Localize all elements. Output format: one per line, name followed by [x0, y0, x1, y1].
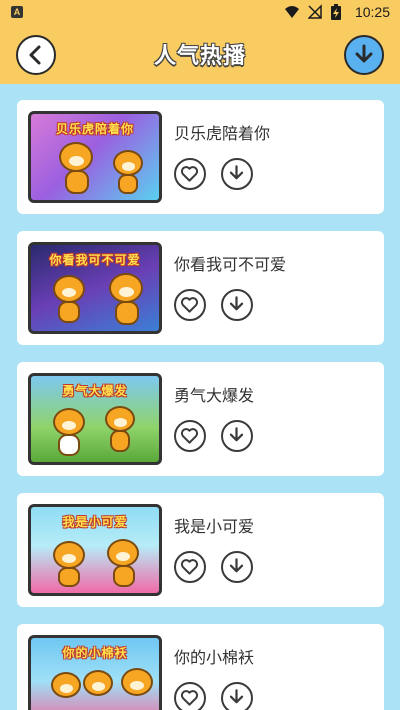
- download-icon: [229, 427, 244, 442]
- thumbnail-caption: 勇气大爆发: [62, 384, 128, 398]
- song-card[interactable]: 你的小棉袄 你的小棉袄: [17, 624, 384, 710]
- song-thumbnail[interactable]: 勇气大爆发: [28, 373, 162, 465]
- download-icon: [229, 165, 244, 180]
- tiger-character-image: [83, 670, 113, 696]
- download-all-button[interactable]: [344, 35, 384, 75]
- tiger-character-image: [53, 408, 85, 436]
- download-icon: [229, 296, 244, 311]
- download-button[interactable]: [221, 289, 253, 321]
- heart-icon: [180, 428, 199, 444]
- tiger-character-image: [121, 668, 153, 696]
- song-title: 贝乐虎陪着你: [174, 124, 271, 143]
- thumbnail-caption: 你看我可不可爱: [49, 253, 141, 267]
- tiger-character-image: [51, 672, 81, 698]
- tiger-character-image: [58, 567, 80, 587]
- tiger-character-image: [113, 150, 143, 176]
- heart-icon: [180, 166, 199, 182]
- tiger-character-image: [113, 565, 135, 587]
- song-card[interactable]: 我是小可爱 我是小可爱: [17, 493, 384, 607]
- like-button[interactable]: [174, 551, 206, 583]
- download-button[interactable]: [221, 551, 253, 583]
- song-title: 我是小可爱: [174, 517, 255, 536]
- signal-off-icon: [308, 4, 322, 19]
- tiger-character-image: [107, 539, 139, 567]
- tiger-character-image: [58, 434, 80, 456]
- header-bar: 人气热播: [0, 24, 400, 84]
- tiger-character-image: [118, 174, 138, 194]
- tiger-character-image: [53, 541, 85, 569]
- heart-icon: [180, 690, 199, 706]
- song-card[interactable]: 贝乐虎陪着你 贝乐虎陪着你: [17, 100, 384, 214]
- song-title: 你看我可不可爱: [174, 255, 287, 274]
- download-button[interactable]: [221, 420, 253, 452]
- song-card[interactable]: 勇气大爆发 勇气大爆发: [17, 362, 384, 476]
- thumbnail-caption: 贝乐虎陪着你: [55, 122, 134, 136]
- tiger-character-image: [115, 301, 139, 325]
- download-icon: [229, 689, 244, 704]
- heart-icon: [180, 297, 199, 313]
- like-button[interactable]: [174, 682, 206, 710]
- song-thumbnail[interactable]: 你看我可不可爱: [28, 242, 162, 334]
- tiger-character-image: [109, 273, 143, 303]
- song-thumbnail[interactable]: 我是小可爱: [28, 504, 162, 596]
- battery-charging-icon: [331, 4, 341, 20]
- download-button[interactable]: [221, 682, 253, 710]
- song-title: 勇气大爆发: [174, 386, 255, 405]
- heart-icon: [180, 559, 199, 575]
- wifi-icon: [285, 6, 299, 18]
- thumbnail-caption: 我是小可爱: [62, 515, 128, 529]
- tiger-character-image: [58, 301, 80, 323]
- download-icon: [355, 44, 373, 63]
- like-button[interactable]: [174, 158, 206, 190]
- tiger-character-image: [110, 430, 130, 452]
- thumbnail-caption: 你的小棉袄: [62, 646, 128, 660]
- page-title: 人气热播: [153, 44, 246, 69]
- clock: 10:25: [354, 4, 390, 20]
- song-thumbnail[interactable]: 贝乐虎陪着你: [28, 111, 162, 203]
- song-card[interactable]: 你看我可不可爱 你看我可不可爱: [17, 231, 384, 345]
- like-button[interactable]: [174, 289, 206, 321]
- tiger-character-image: [59, 142, 93, 172]
- like-button[interactable]: [174, 420, 206, 452]
- app-notification-icon: A: [11, 6, 23, 18]
- tiger-character-image: [65, 170, 89, 194]
- tiger-character-image: [105, 406, 135, 432]
- download-icon: [229, 558, 244, 573]
- song-title: 你的小棉袄: [174, 648, 255, 667]
- tiger-character-image: [53, 275, 85, 303]
- song-list[interactable]: 贝乐虎陪着你 贝乐虎陪着你 你看我可不可爱 你看我可不可爱 勇气大爆发 勇气大爆…: [0, 84, 400, 710]
- download-button[interactable]: [221, 158, 253, 190]
- status-bar: A 10:25: [0, 0, 400, 24]
- song-thumbnail[interactable]: 你的小棉袄: [28, 635, 162, 710]
